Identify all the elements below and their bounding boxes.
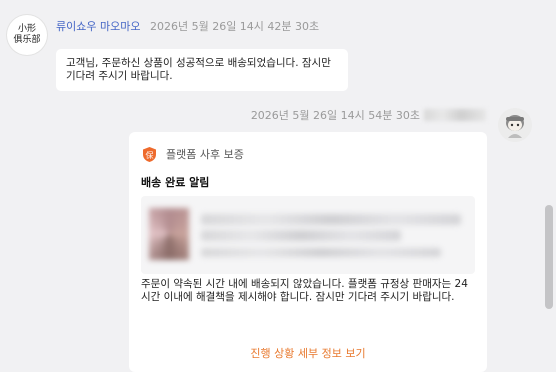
product-preview[interactable]: [141, 196, 475, 274]
message-text: 고객님, 주문하신 상품이 성공적으로 배송되었습니다. 잠시만 기다려 주시기…: [66, 57, 331, 82]
message-timestamp: 2026년 5월 26일 14시 54분 30초: [250, 109, 420, 122]
scrollbar-thumb[interactable]: [545, 205, 553, 309]
store-avatar[interactable]: 小形 俱乐部: [7, 15, 47, 55]
user-avatar[interactable]: [498, 108, 532, 142]
card-body-text: 주문이 약속된 시간 내에 배송되지 않았습니다. 플랫폼 규정상 판매자는 2…: [141, 278, 468, 303]
card-header-label: 플랫폼 사후 보증: [166, 148, 244, 161]
sender-name[interactable]: 류이쇼우 마오마오: [56, 20, 140, 33]
store-avatar-line2: 俱乐部: [13, 35, 41, 45]
card-title: 배송 완료 알림: [141, 176, 210, 189]
product-thumbnail: [149, 208, 189, 260]
scrollbar[interactable]: [542, 0, 556, 364]
service-notification-card: 保 플랫폼 사후 보증 배송 완료 알림 주문이 약속된 시간 내에 배송되지 …: [129, 132, 487, 372]
card-header: 保 플랫폼 사후 보증: [141, 145, 244, 163]
redacted-product-title: [201, 230, 401, 241]
message-header-right: 2026년 5월 26일 14시 54분 30초: [251, 107, 486, 123]
shield-icon: 保: [143, 146, 156, 162]
redacted-sender-name: [424, 109, 486, 121]
view-progress-link[interactable]: 진행 상황 세부 정보 보기: [129, 345, 487, 361]
store-avatar-line1: 小形: [17, 24, 36, 34]
message-timestamp: 2026년 5월 26일 14시 42분 30초: [149, 20, 320, 33]
user-avatar-icon: [498, 108, 532, 142]
message-header: 류이쇼우 마오마오 2026년 5월 26일 14시 42분 30초: [56, 18, 319, 34]
message-bubble: 고객님, 주문하신 상품이 성공적으로 배송되었습니다. 잠시만 기다려 주시기…: [56, 49, 348, 91]
redacted-product-spec: [201, 248, 441, 257]
svg-text:保: 保: [146, 149, 154, 159]
redacted-product-title: [201, 214, 461, 225]
